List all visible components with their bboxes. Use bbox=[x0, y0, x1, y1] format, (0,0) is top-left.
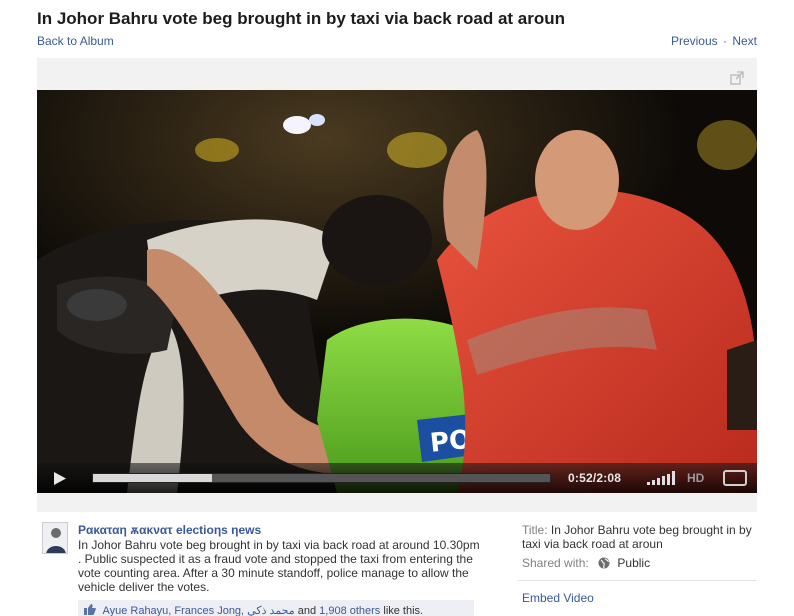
expand-icon[interactable] bbox=[729, 70, 745, 86]
back-to-album-link[interactable]: Back to Album bbox=[37, 34, 114, 48]
video-thumbnail-scene: POLI bbox=[37, 90, 757, 493]
avatar-icon bbox=[43, 523, 67, 553]
volume-icon[interactable] bbox=[647, 471, 675, 485]
time-readout: 0:52/2:08 bbox=[568, 471, 622, 485]
progress-fill bbox=[93, 474, 212, 482]
pager-separator: · bbox=[722, 34, 727, 48]
others-link[interactable]: 1,908 others bbox=[319, 605, 380, 616]
embed-video-link[interactable]: Embed Video bbox=[522, 591, 594, 605]
video-controls: 0:52/2:08 HD bbox=[37, 463, 757, 493]
likes-and-text: and bbox=[297, 605, 317, 616]
hd-toggle[interactable]: HD bbox=[687, 471, 704, 485]
likes-suffix-text: like this. bbox=[383, 605, 424, 616]
page-avatar[interactable] bbox=[42, 522, 68, 554]
sidebar-divider bbox=[518, 580, 756, 581]
like-thumb-icon bbox=[84, 604, 96, 615]
previous-link[interactable]: Previous bbox=[671, 34, 718, 48]
fullscreen-icon[interactable] bbox=[723, 470, 747, 486]
video-frame[interactable]: POLI bbox=[37, 90, 757, 493]
likers-names[interactable]: Ayue Rahayu, Frances Jong, محمد ذكي bbox=[102, 605, 294, 616]
play-icon[interactable] bbox=[53, 471, 67, 486]
video-description: In Johor Bahru vote beg brought in by ta… bbox=[78, 538, 480, 594]
title-value: In Johor Bahru vote beg brought in by ta… bbox=[522, 523, 752, 551]
page-name-link[interactable]: Ρακαταη ѫακνατ еlесtіοηs ηеws bbox=[78, 523, 261, 537]
shared-with-row: Shared with: Public bbox=[522, 556, 650, 570]
likes-bar: Ayue Rahayu, Frances Jong, محمد ذكي and … bbox=[78, 600, 474, 616]
pager: Previous · Next bbox=[671, 34, 757, 48]
next-link[interactable]: Next bbox=[732, 34, 757, 48]
progress-bar[interactable] bbox=[92, 473, 551, 483]
title-label: Title: bbox=[522, 523, 548, 537]
sidebar-title: Title: In Johor Bahru vote beg brought i… bbox=[522, 523, 762, 551]
shared-with-label: Shared with: bbox=[522, 556, 589, 570]
video-title: In Johor Bahru vote beg brought in by ta… bbox=[37, 9, 566, 28]
album-navigation: Back to Album Previous · Next bbox=[37, 34, 757, 50]
globe-icon bbox=[598, 557, 610, 569]
shared-with-value[interactable]: Public bbox=[617, 556, 650, 570]
